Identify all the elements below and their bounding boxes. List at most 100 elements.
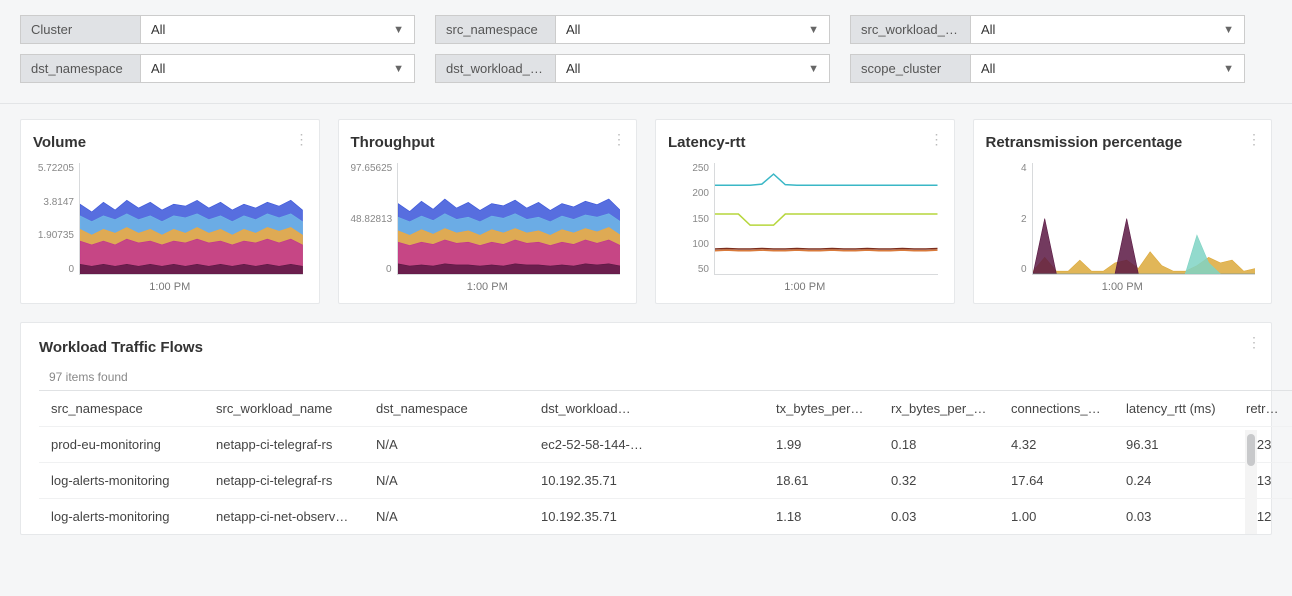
filter-label: src_workload_… (850, 15, 970, 44)
y-axis-labels: 5.722053.81471.907350 (33, 163, 77, 275)
x-axis-label: 1:00 PM (986, 281, 1260, 293)
col-header[interactable]: latency_rtt (ms) (1114, 391, 1234, 427)
menu-icon[interactable]: ⋮ (930, 132, 944, 146)
cell: netapp-ci-telegraf-rs (204, 427, 364, 463)
table-row[interactable]: prod-eu-monitoringnetapp-ci-telegraf-rsN… (39, 427, 1292, 463)
x-axis-label: 1:00 PM (351, 281, 625, 293)
filter-3: dst_namespaceAll▼ (20, 54, 415, 83)
spacer (704, 463, 764, 499)
menu-icon[interactable]: ⋮ (612, 132, 626, 146)
filter-label: scope_cluster (850, 54, 970, 83)
filter-select[interactable]: All ▼ (555, 54, 830, 83)
plot (79, 163, 303, 275)
cell: 17.64 (999, 463, 1114, 499)
cell: 0.32 (879, 463, 999, 499)
filter-value: All (981, 61, 995, 76)
traffic-table: src_namespacesrc_workload_namedst_namesp… (39, 390, 1292, 534)
filter-4: dst_workload_… All ▼ (435, 54, 830, 83)
cell: 1.99 (764, 427, 879, 463)
filter-label: Cluster (20, 15, 140, 44)
traffic-flows-card: ⋮ Workload Traffic Flows 97 items found … (20, 322, 1272, 535)
filter-label: dst_workload_… (435, 54, 555, 83)
chart-title: Latency-rtt (668, 134, 942, 151)
plot (397, 163, 621, 275)
scrollbar[interactable] (1245, 430, 1257, 534)
menu-icon[interactable]: ⋮ (1247, 335, 1261, 349)
col-header[interactable]: src_namespace (39, 391, 204, 427)
menu-icon[interactable]: ⋮ (295, 132, 309, 146)
cell: N/A (364, 463, 529, 499)
filter-select[interactable]: All ▼ (140, 54, 415, 83)
col-header[interactable]: retransm (1234, 391, 1292, 427)
table-row[interactable]: log-alerts-monitoringnetapp-ci-net-obser… (39, 499, 1292, 535)
cell: netapp-ci-telegraf-rs (204, 463, 364, 499)
chart-title: Retransmission percentage (986, 134, 1260, 151)
filter-value: All (981, 22, 995, 37)
filter-0: Cluster All ▼ (20, 15, 415, 44)
col-header[interactable]: tx_bytes_per… (764, 391, 879, 427)
cell: 0.13 (1234, 463, 1292, 499)
y-axis-labels: 420 (986, 163, 1030, 275)
scrollbar-thumb[interactable] (1247, 434, 1255, 466)
y-axis-labels: 25020015010050 (668, 163, 712, 275)
chart-area: 25020015010050 1:00 PM (668, 163, 942, 293)
plot (1032, 163, 1256, 275)
cell: 0.03 (1114, 499, 1234, 535)
filter-value: All (566, 22, 580, 37)
cell: netapp-ci-net-observe… (204, 499, 364, 535)
chart-card-3: ⋮Retransmission percentage 420 1:00 PM (973, 119, 1273, 304)
cell: log-alerts-monitoring (39, 499, 204, 535)
chart-card-0: ⋮Volume 5.722053.81471.907350 1:00 PM (20, 119, 320, 304)
cell: 96.31 (1114, 427, 1234, 463)
filter-select[interactable]: All ▼ (140, 15, 415, 44)
cell: 10.192.35.71 (529, 499, 704, 535)
filter-value: All (151, 61, 165, 76)
chevron-down-icon: ▼ (393, 63, 404, 75)
spacer (704, 427, 764, 463)
cell: N/A (364, 427, 529, 463)
filter-value: All (151, 22, 165, 37)
plot (714, 163, 938, 275)
chart-area: 5.722053.81471.907350 1:00 PM (33, 163, 307, 293)
cell: log-alerts-monitoring (39, 463, 204, 499)
filter-select[interactable]: All▼ (555, 15, 830, 44)
cell: 0.12 (1234, 499, 1292, 535)
cell: ec2-52-58-144-… (529, 427, 704, 463)
chevron-down-icon: ▼ (393, 24, 404, 36)
cell: 10.192.35.71 (529, 463, 704, 499)
col-header[interactable]: dst_workload… (529, 391, 704, 427)
cell: 1.00 (999, 499, 1114, 535)
filter-1: src_namespaceAll▼ (435, 15, 830, 44)
table-row[interactable]: log-alerts-monitoringnetapp-ci-telegraf-… (39, 463, 1292, 499)
menu-icon[interactable]: ⋮ (1247, 132, 1261, 146)
chart-card-1: ⋮Throughput 97.6562548.8281301:00 PM (338, 119, 638, 304)
filter-label: src_namespace (435, 15, 555, 44)
divider (0, 103, 1292, 104)
filter-5: scope_cluster All ▼ (850, 54, 1245, 83)
col-header[interactable]: rx_bytes_per_… (879, 391, 999, 427)
spacer (704, 391, 764, 427)
col-header[interactable]: src_workload_name (204, 391, 364, 427)
cell: 0.23 (1234, 427, 1292, 463)
cell: 0.18 (879, 427, 999, 463)
col-header[interactable]: connections_t… (999, 391, 1114, 427)
filter-2: src_workload_…All▼ (850, 15, 1245, 44)
x-axis-label: 1:00 PM (33, 281, 307, 293)
chevron-down-icon: ▼ (808, 63, 819, 75)
chart-row: ⋮Volume5.722053.81471.9073501:00 PM⋮Thro… (20, 119, 1272, 304)
chart-area: 97.6562548.8281301:00 PM (351, 163, 625, 293)
chart-title: Throughput (351, 134, 625, 151)
spacer (704, 499, 764, 535)
filter-value: All (566, 61, 580, 76)
chart-title: Volume (33, 134, 307, 151)
chevron-down-icon: ▼ (1223, 63, 1234, 75)
chart-card-2: ⋮Latency-rtt 25020015010050 1:00 PM (655, 119, 955, 304)
col-header[interactable]: dst_namespace (364, 391, 529, 427)
filter-select[interactable]: All ▼ (970, 54, 1245, 83)
cell: 18.61 (764, 463, 879, 499)
table-title: Workload Traffic Flows (39, 339, 1253, 356)
cell: 1.18 (764, 499, 879, 535)
filter-select[interactable]: All▼ (970, 15, 1245, 44)
x-axis-label: 1:00 PM (668, 281, 942, 293)
cell: N/A (364, 499, 529, 535)
